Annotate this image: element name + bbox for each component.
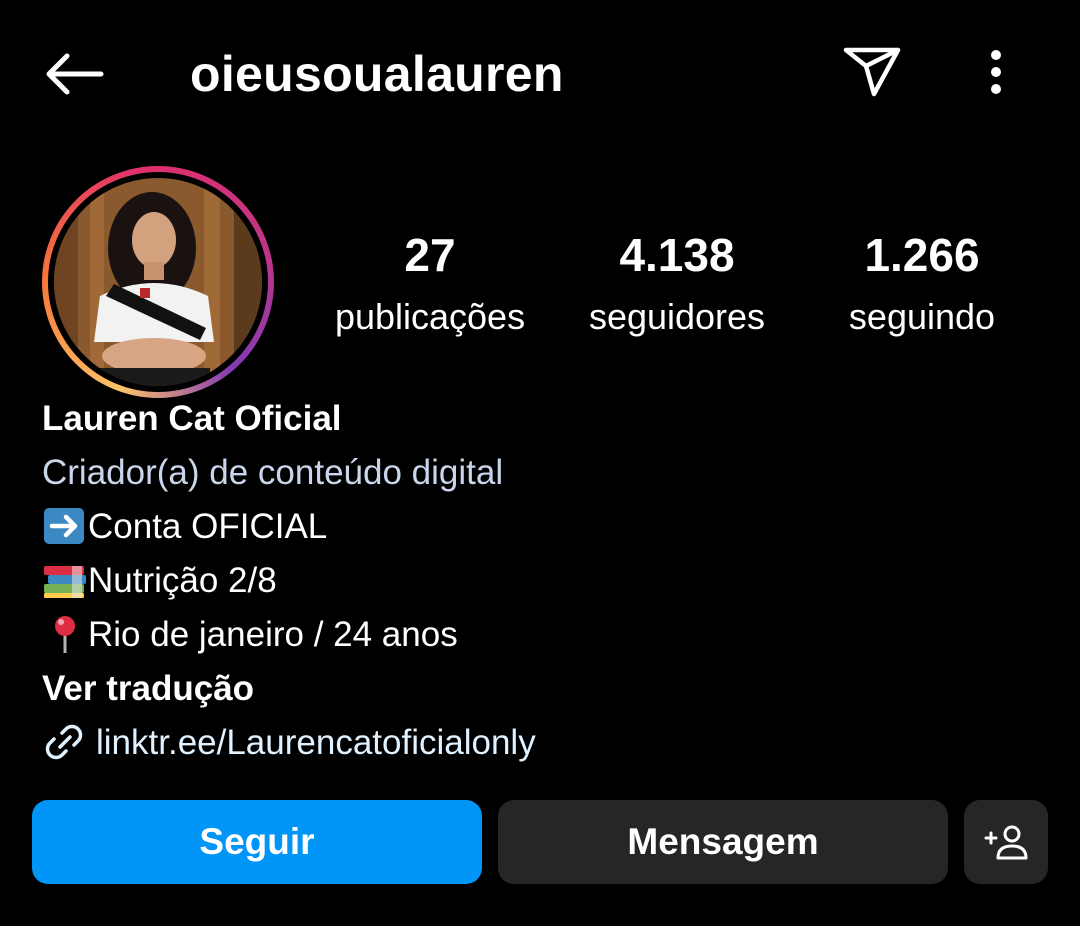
add-person-icon <box>984 825 1028 860</box>
profile-category: Criador(a) de conteúdo digital <box>42 453 504 492</box>
arrow-left-icon <box>46 53 104 95</box>
profile-bio: Lauren Cat Oficial Criador(a) de conteúd… <box>42 392 1042 770</box>
profile-header: oieusoualauren <box>0 0 1080 150</box>
profile-username: oieusoualauren <box>190 46 564 102</box>
more-options-button[interactable] <box>966 36 1026 108</box>
bio-line-location: Rio de janeiro / 24 anos <box>42 608 1042 662</box>
see-translation-link[interactable]: Ver tradução <box>42 662 1042 716</box>
stat-following[interactable]: 1.266 seguindo <box>830 222 1014 346</box>
followers-count: 4.138 <box>619 229 735 281</box>
posts-count: 27 <box>404 229 456 281</box>
posts-label: publicações <box>334 296 526 337</box>
bio-account-text: Conta OFICIAL <box>88 507 328 546</box>
share-profile-button[interactable] <box>834 36 910 108</box>
books-emoji <box>44 565 86 598</box>
message-button[interactable]: Mensagem <box>498 800 948 884</box>
paper-plane-icon <box>843 47 901 97</box>
bio-location-text: Rio de janeiro / 24 anos <box>88 615 458 654</box>
stat-followers[interactable]: 4.138 seguidores <box>570 222 784 346</box>
suggest-accounts-button[interactable] <box>964 800 1048 884</box>
avatar-photo <box>54 178 262 386</box>
more-vertical-icon <box>991 50 1001 94</box>
bio-line-studies: Nutrição 2/8 <box>42 554 1042 608</box>
stat-posts[interactable]: 27 publicações <box>322 222 538 346</box>
profile-avatar[interactable] <box>42 166 274 398</box>
bio-website-text: linktr.ee/Laurencatoficialonly <box>96 723 536 762</box>
bio-line-account: Conta OFICIAL <box>42 500 1042 554</box>
arrow-right-emoji <box>44 507 84 544</box>
followers-label: seguidores <box>588 296 766 337</box>
following-label: seguindo <box>848 296 996 337</box>
following-count: 1.266 <box>864 229 980 281</box>
link-icon <box>45 724 83 760</box>
follow-button[interactable]: Seguir <box>32 800 482 884</box>
display-name: Lauren Cat Oficial <box>42 399 342 438</box>
bio-studies-text: Nutrição 2/8 <box>88 561 277 600</box>
back-button[interactable] <box>36 40 112 108</box>
round-pushpin-emoji <box>55 615 75 653</box>
bio-website-link[interactable]: linktr.ee/Laurencatoficialonly <box>42 716 1042 770</box>
profile-actions: Seguir Mensagem <box>0 800 1080 886</box>
